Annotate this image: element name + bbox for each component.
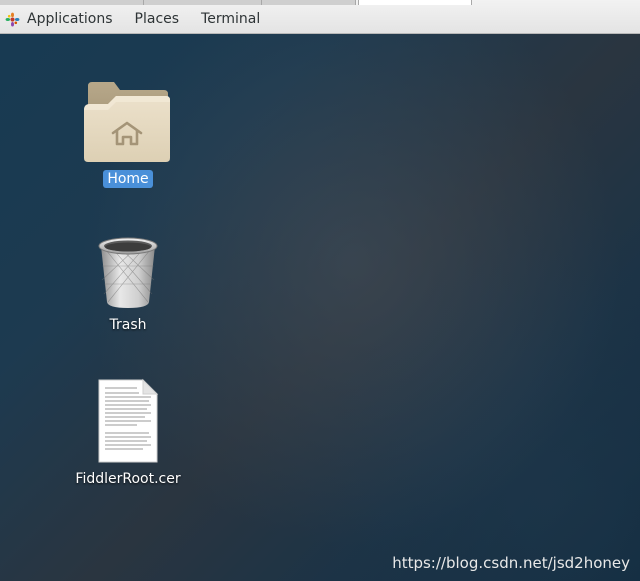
desktop-icon-fiddlerroot[interactable]: FiddlerRoot.cer	[73, 378, 183, 488]
window-tab-active[interactable]	[358, 0, 472, 5]
places-menu[interactable]: Places	[124, 5, 191, 33]
top-panel: Applications Places Terminal	[0, 0, 640, 34]
top-menu-bar: Applications Places Terminal	[0, 5, 271, 33]
home-folder-icon	[84, 82, 170, 162]
trash-icon	[98, 237, 158, 308]
terminal-menu[interactable]: Terminal	[190, 5, 271, 33]
desktop-icon-fiddlerroot-label: FiddlerRoot.cer	[75, 471, 181, 487]
desktop-icon-home-label: Home	[103, 170, 153, 188]
desktop-icon-home[interactable]: Home	[73, 80, 183, 188]
watermark-text: https://blog.csdn.net/jsd2honey	[392, 554, 630, 572]
applications-menu[interactable]: Applications	[0, 5, 124, 33]
gnome-foot-icon	[5, 12, 20, 26]
text-document-icon	[98, 378, 159, 463]
desktop-icon-trash-label: Trash	[109, 317, 147, 333]
applications-menu-label: Applications	[27, 11, 113, 27]
desktop-icon-trash[interactable]: Trash	[73, 236, 183, 334]
window-tab[interactable]	[262, 0, 356, 5]
